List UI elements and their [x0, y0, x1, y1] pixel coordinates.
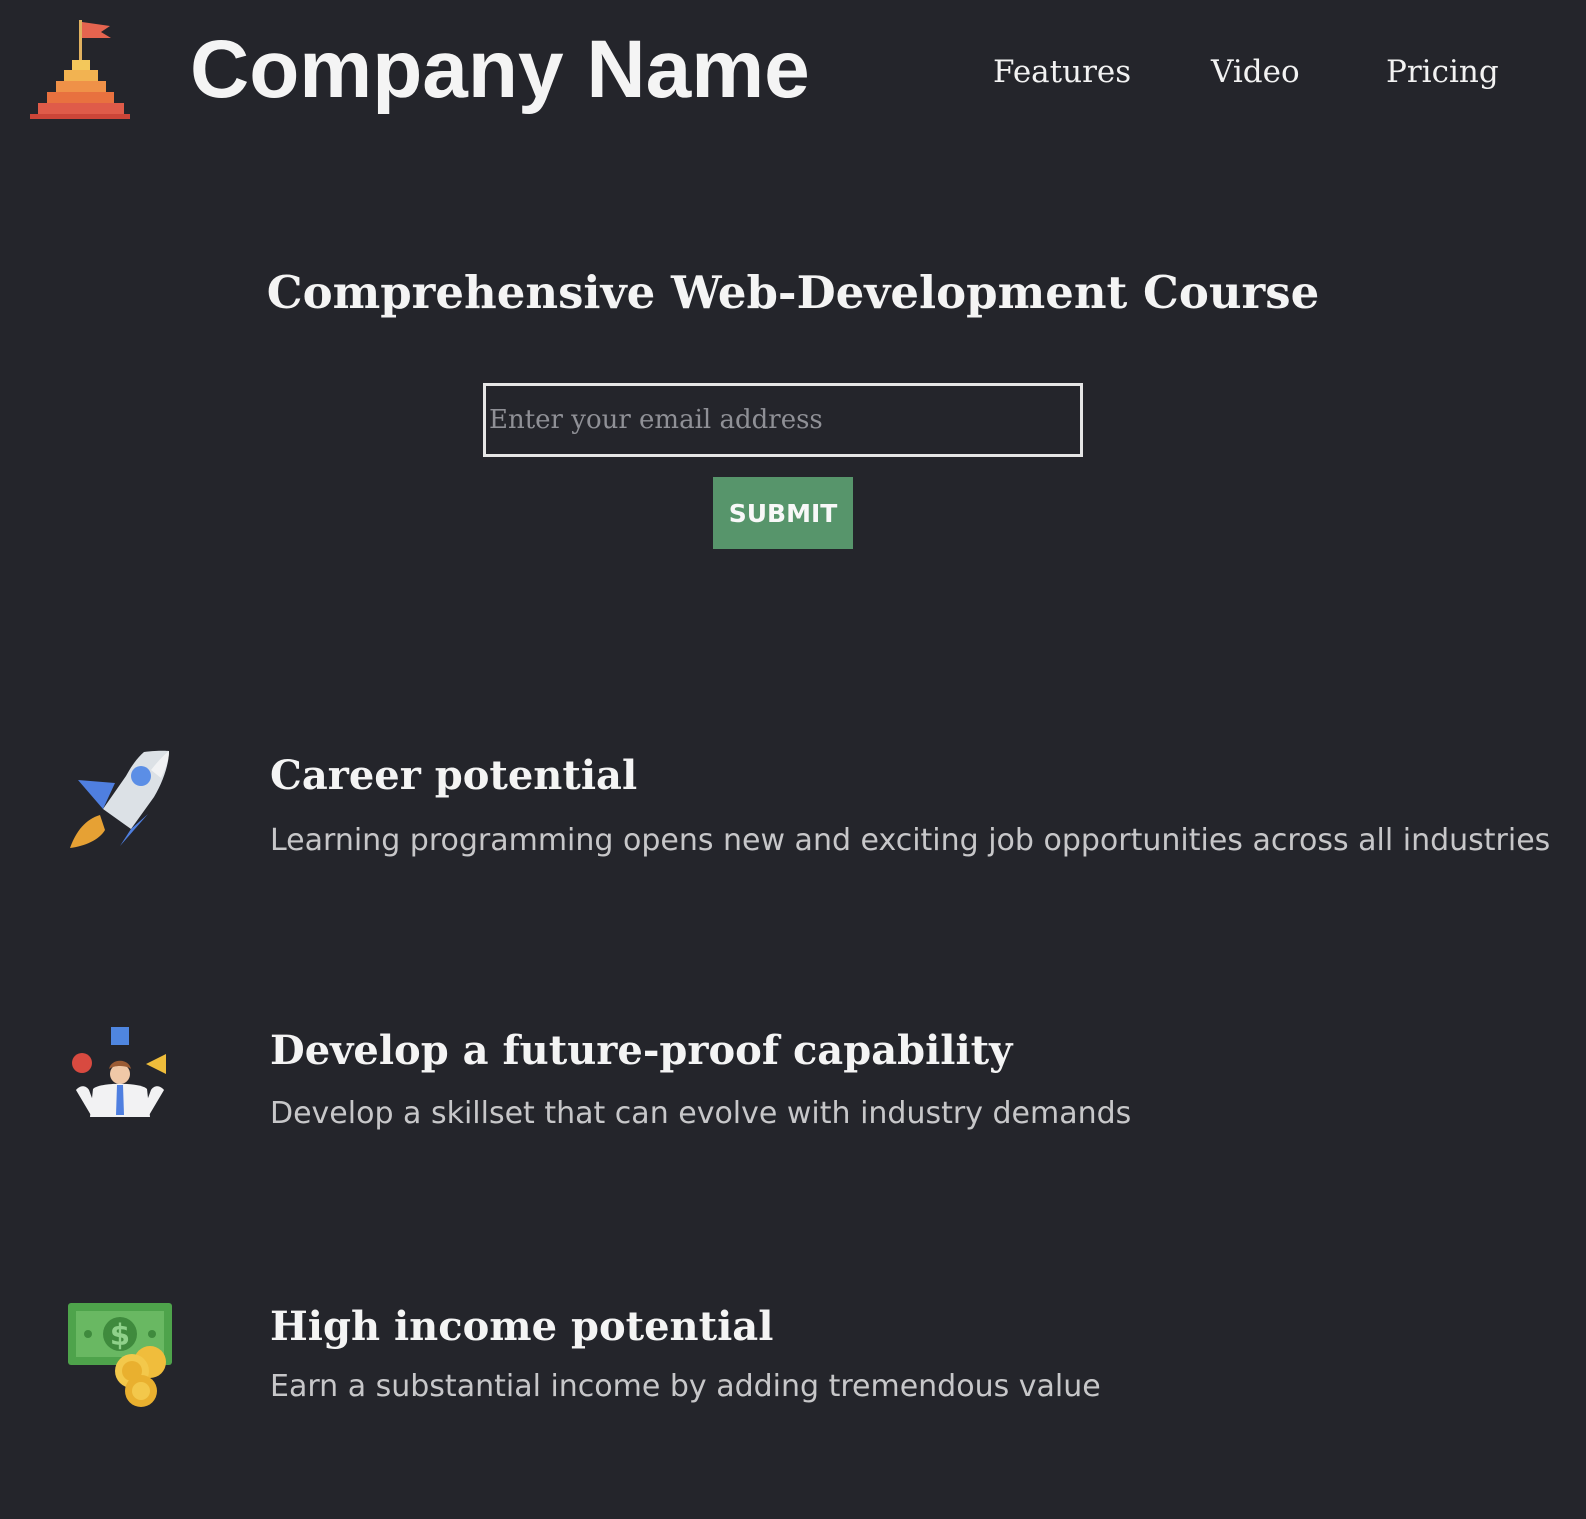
feature-description: Learning programming opens new and excit…	[270, 823, 1551, 858]
feature-title: High income potential	[270, 1303, 774, 1350]
money-icon: $	[68, 1303, 172, 1407]
feature-title: Career potential	[270, 752, 638, 799]
feature-description: Develop a skillset that can evolve with …	[270, 1096, 1132, 1131]
page-title: Comprehensive Web-Development Course	[266, 266, 1320, 319]
submit-button[interactable]: SUBMIT	[713, 477, 853, 549]
feature-description: Earn a substantial income by adding trem…	[270, 1369, 1101, 1404]
company-name: Company Name	[190, 24, 810, 115]
rocket-icon	[70, 750, 169, 848]
nav-link-features[interactable]: Features	[993, 46, 1131, 98]
nav-link-pricing[interactable]: Pricing	[1386, 46, 1499, 98]
nav-link-video[interactable]: Video	[1211, 46, 1300, 98]
svg-text:$: $	[110, 1318, 130, 1352]
summit-flag-icon[interactable]	[30, 20, 130, 120]
feature-title: Develop a future-proof capability	[270, 1027, 1013, 1074]
email-input[interactable]	[483, 383, 1083, 457]
juggling-person-icon	[72, 1027, 166, 1117]
